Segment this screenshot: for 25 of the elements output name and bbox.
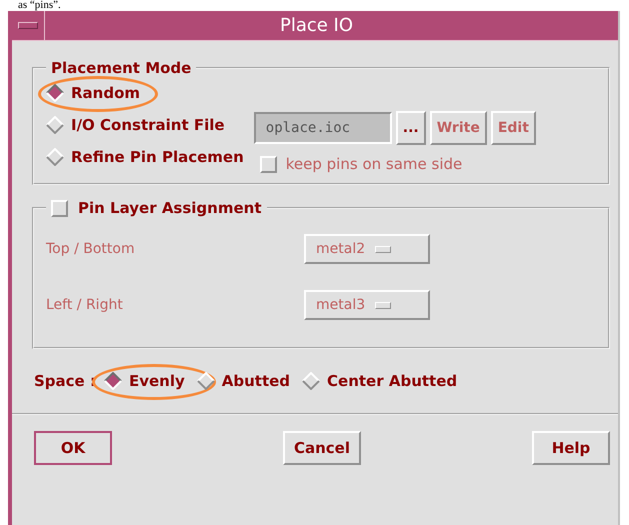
- option-label[interactable]: Abutted: [222, 372, 290, 390]
- option-label[interactable]: Evenly: [128, 372, 185, 390]
- radio-button[interactable]: [46, 148, 64, 166]
- radio-button[interactable]: [46, 116, 64, 134]
- dialog-button[interactable]: OK: [34, 431, 112, 465]
- dropdown-icon: [375, 246, 392, 252]
- checkbox[interactable]: [51, 200, 68, 216]
- caption-text: as “pins”.: [17, 0, 62, 11]
- file-button[interactable]: ...: [396, 111, 426, 145]
- option-label[interactable]: Center Abutted: [327, 372, 458, 390]
- option-label[interactable]: I/O Constraint File: [71, 116, 225, 134]
- group-title[interactable]: Pin Layer Assignment: [78, 199, 262, 217]
- dialog-button[interactable]: Cancel: [283, 431, 361, 465]
- radio-button[interactable]: [104, 372, 122, 390]
- layer-label: Top / Bottom: [46, 241, 136, 257]
- dialog-button[interactable]: Help: [532, 431, 610, 465]
- group-title: Placement Mode: [50, 59, 192, 77]
- option-label[interactable]: Random: [71, 84, 140, 102]
- radio-button[interactable]: [196, 372, 215, 390]
- radio-button[interactable]: [302, 372, 320, 390]
- option-label[interactable]: Refine Pin Placemen: [71, 148, 244, 166]
- radio-button[interactable]: [46, 84, 64, 102]
- layer-label: Left / Right: [46, 297, 124, 313]
- window-title: Place IO: [278, 15, 354, 36]
- dropdown-icon: [375, 302, 392, 308]
